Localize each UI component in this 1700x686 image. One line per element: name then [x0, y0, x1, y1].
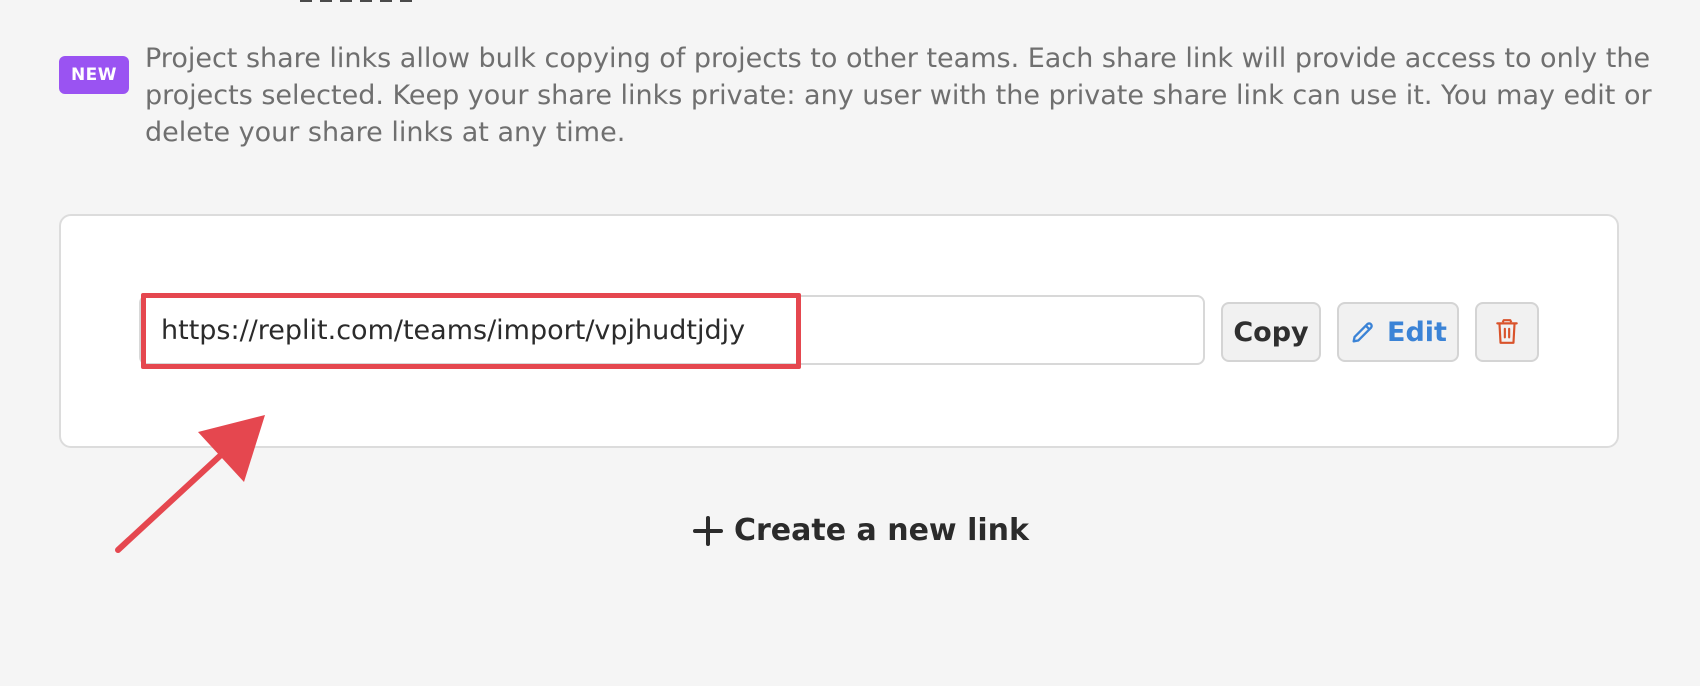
delete-button[interactable]: [1475, 302, 1539, 362]
share-link-card: Copy Edit: [59, 214, 1619, 448]
page-heading-cutoff: [300, 0, 480, 2]
share-link-input[interactable]: [139, 295, 1205, 365]
new-badge: NEW: [59, 56, 129, 94]
edit-button-label: Edit: [1387, 316, 1447, 348]
copy-button[interactable]: Copy: [1221, 302, 1321, 362]
create-new-link-label: Create a new link: [734, 513, 1029, 548]
plus-icon: [693, 515, 723, 546]
notice-text: Project share links allow bulk copying o…: [145, 43, 1652, 148]
trash-icon: [1496, 319, 1518, 344]
pencil-icon: [1352, 322, 1373, 343]
create-new-link-button[interactable]: Create a new link: [692, 513, 1029, 548]
edit-button[interactable]: Edit: [1337, 302, 1459, 362]
